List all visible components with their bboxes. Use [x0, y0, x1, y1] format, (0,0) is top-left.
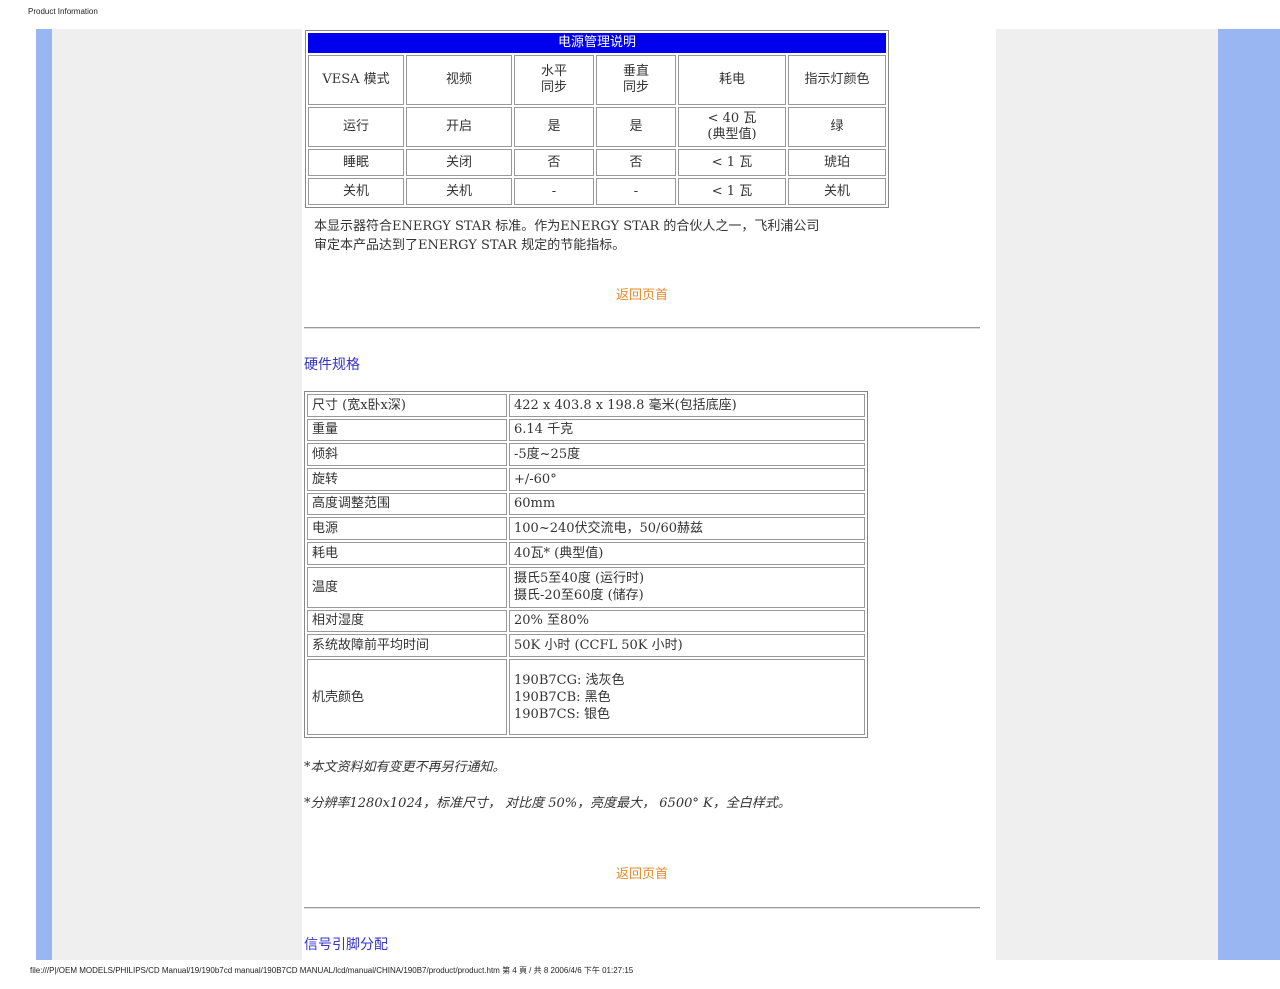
spec-value: 20% 至80% — [509, 609, 865, 633]
spec-value: 50K 小时 (CCFL 50K 小时) — [509, 634, 865, 657]
note-test-conditions: *分辨率1280x1024，标准尺寸， 对比度 50%，亮度最大， 6500° … — [304, 796, 791, 811]
spec-label: 耗电 — [307, 541, 507, 565]
spec-label: 旋转 — [307, 467, 507, 491]
power-cell: 运行 — [308, 107, 404, 147]
spec-value: 190B7CG: 浅灰色 190B7CB: 黑色 190B7CS: 银色 — [509, 659, 865, 735]
power-cell: < 1 瓦 — [678, 178, 786, 205]
power-header-cell: 指示灯颜色 — [788, 55, 886, 105]
power-cell: < 1 瓦 — [678, 149, 786, 176]
power-cell: 关机 — [788, 178, 886, 205]
spec-value: -5度~25度 — [509, 443, 865, 466]
power-cell: 关机 — [308, 178, 404, 205]
signal-pin-title: 信号引脚分配 — [304, 937, 388, 953]
divider — [304, 327, 980, 329]
back-to-top-link[interactable]: 返回页首 — [616, 863, 668, 882]
energy-star-text: 本显示器符合ENERGY STAR 标准。作为ENERGY STAR 的合伙人之… — [314, 219, 820, 253]
power-cell: - — [514, 178, 594, 205]
power-table-title: 电源管理说明 — [308, 33, 886, 53]
left-blue-bar — [36, 29, 52, 960]
back-to-top-link[interactable]: 返回页首 — [616, 284, 668, 303]
power-cell: 是 — [514, 107, 594, 147]
power-cell: - — [596, 178, 676, 205]
power-header-cell: 水平 同步 — [514, 55, 594, 105]
power-cell: 绿 — [788, 107, 886, 147]
hardware-spec-title: 硬件规格 — [304, 357, 360, 373]
note-change-notice: *本文资料如有变更不再另行通知。 — [304, 760, 506, 775]
power-cell: 否 — [514, 149, 594, 176]
power-cell: 琥珀 — [788, 149, 886, 176]
spec-value: 摄氏5至40度 (运行时) 摄氏-20至60度 (储存) — [509, 566, 865, 608]
spec-label: 尺寸 (宽x卧x深) — [307, 394, 507, 417]
power-cell: < 40 瓦 (典型值) — [678, 107, 786, 147]
right-gray-panel — [996, 29, 1218, 960]
spec-value: 6.14 千克 — [509, 418, 865, 442]
spec-label: 机壳颜色 — [307, 659, 507, 735]
power-cell: 关机 — [406, 178, 512, 205]
left-gray-panel — [52, 29, 302, 960]
spec-label: 高度调整范围 — [307, 492, 507, 516]
spec-value: 100~240伏交流电，50/60赫兹 — [509, 517, 865, 540]
power-cell: 否 — [596, 149, 676, 176]
spec-label: 系统故障前平均时间 — [307, 634, 507, 657]
divider — [304, 907, 980, 909]
spec-value: +/-60° — [509, 467, 865, 491]
spec-value: 60mm — [509, 492, 865, 516]
spec-value: 422 x 403.8 x 198.8 毫米(包括底座) — [509, 394, 865, 417]
power-header-cell: 垂直 同步 — [596, 55, 676, 105]
power-management-table: 电源管理说明 VESA 模式 视频 水平 同步 垂直 同步 耗电 指示灯颜色 运… — [305, 30, 889, 208]
power-header-cell: 视频 — [406, 55, 512, 105]
spec-label: 重量 — [307, 418, 507, 442]
spec-label: 相对湿度 — [307, 609, 507, 633]
spec-value: 40瓦* (典型值) — [509, 541, 865, 565]
spec-label: 倾斜 — [307, 443, 507, 466]
right-blue-bar — [1218, 29, 1280, 960]
page-header: Product Information — [28, 7, 98, 16]
page-footer: file:///P|/OEM MODELS/PHILIPS/CD Manual/… — [30, 966, 634, 975]
power-cell: 睡眠 — [308, 149, 404, 176]
power-header-cell: 耗电 — [678, 55, 786, 105]
power-cell: 是 — [596, 107, 676, 147]
spec-label: 温度 — [307, 566, 507, 608]
hardware-spec-table: 尺寸 (宽x卧x深) 422 x 403.8 x 198.8 毫米(包括底座) 重… — [304, 391, 868, 738]
power-cell: 关闭 — [406, 149, 512, 176]
spec-label: 电源 — [307, 517, 507, 540]
power-header-cell: VESA 模式 — [308, 55, 404, 105]
power-cell: 开启 — [406, 107, 512, 147]
